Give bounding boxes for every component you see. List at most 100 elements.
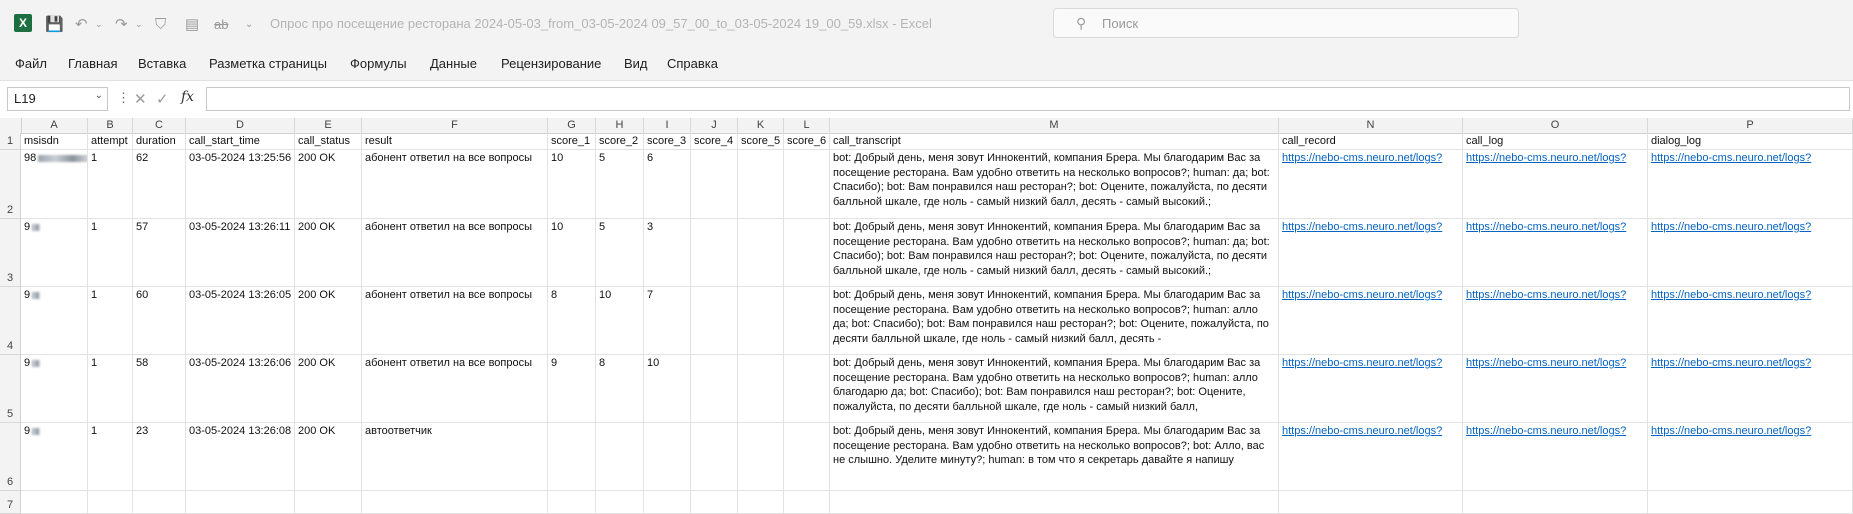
cell-call_status[interactable]: 200 OK: [295, 287, 362, 355]
header-cell-call_start_time[interactable]: call_start_time: [186, 133, 295, 150]
column-header-C[interactable]: C: [133, 118, 186, 133]
cell-call_record[interactable]: https://nebo-cms.neuro.net/logs?: [1279, 287, 1463, 355]
customize-toolbar-icon[interactable]: ⌄: [245, 14, 253, 34]
column-header-G[interactable]: G: [548, 118, 596, 133]
filter-icon[interactable]: ⛉: [155, 14, 166, 34]
name-box[interactable]: L19 ⌄: [7, 87, 108, 111]
empty-cell[interactable]: [691, 491, 738, 514]
cell-result[interactable]: абонент ответил на все вопросы: [362, 287, 548, 355]
empty-cell[interactable]: [21, 491, 88, 514]
empty-cell[interactable]: [1648, 491, 1853, 514]
column-header-F[interactable]: F: [362, 118, 548, 133]
cell-score_3[interactable]: 10: [644, 355, 691, 423]
tab-home[interactable]: Главная: [68, 56, 117, 71]
cell-score_2[interactable]: [596, 423, 644, 491]
cell-score_6[interactable]: [784, 423, 830, 491]
empty-cell[interactable]: [362, 491, 548, 514]
header-cell-attempt[interactable]: attempt: [88, 133, 133, 150]
header-cell-score_3[interactable]: score_3: [644, 133, 691, 150]
column-header-E[interactable]: E: [295, 118, 362, 133]
empty-cell[interactable]: [186, 491, 295, 514]
cell-score_6[interactable]: [784, 150, 830, 219]
cell-call_start_time[interactable]: 03-05-2024 13:26:08: [186, 423, 295, 491]
cell-attempt[interactable]: 1: [88, 355, 133, 423]
cell-call_transcript[interactable]: bot: Добрый день, меня зовут Иннокентий,…: [830, 219, 1279, 287]
cell-call_record[interactable]: https://nebo-cms.neuro.net/logs?: [1279, 355, 1463, 423]
cell-duration[interactable]: 57: [133, 219, 186, 287]
cell-score_5[interactable]: [738, 423, 784, 491]
cell-dialog_log[interactable]: https://nebo-cms.neuro.net/logs?: [1648, 423, 1853, 491]
header-cell-dialog_log[interactable]: dialog_log: [1648, 133, 1853, 150]
cell-score_1[interactable]: 8: [548, 287, 596, 355]
cell-call_transcript[interactable]: bot: Добрый день, меня зовут Иннокентий,…: [830, 287, 1279, 355]
cell-dialog_log[interactable]: https://nebo-cms.neuro.net/logs?: [1648, 287, 1853, 355]
cell-score_3[interactable]: 6: [644, 150, 691, 219]
cell-msisdn[interactable]: 9: [21, 355, 88, 423]
header-cell-call_status[interactable]: call_status: [295, 133, 362, 150]
cell-dialog_log[interactable]: https://nebo-cms.neuro.net/logs?: [1648, 355, 1853, 423]
undo-dropdown-icon[interactable]: ⌄: [95, 14, 103, 34]
cell-score_6[interactable]: [784, 219, 830, 287]
cell-score_1[interactable]: 9: [548, 355, 596, 423]
header-cell-call_log[interactable]: call_log: [1463, 133, 1648, 150]
row-header-2[interactable]: 2: [0, 150, 21, 219]
cell-attempt[interactable]: 1: [88, 150, 133, 219]
cell-call_log[interactable]: https://nebo-cms.neuro.net/logs?: [1463, 150, 1648, 219]
empty-cell[interactable]: [830, 491, 1279, 514]
column-header-L[interactable]: L: [784, 118, 830, 133]
cell-score_2[interactable]: 10: [596, 287, 644, 355]
cell-dialog_log[interactable]: https://nebo-cms.neuro.net/logs?: [1648, 150, 1853, 219]
header-cell-score_2[interactable]: score_2: [596, 133, 644, 150]
cell-call_status[interactable]: 200 OK: [295, 423, 362, 491]
cell-call_log[interactable]: https://nebo-cms.neuro.net/logs?: [1463, 355, 1648, 423]
column-header-I[interactable]: I: [644, 118, 691, 133]
format-icon[interactable]: ▤: [185, 14, 199, 34]
cell-call_start_time[interactable]: 03-05-2024 13:26:05: [186, 287, 295, 355]
empty-cell[interactable]: [88, 491, 133, 514]
cell-score_5[interactable]: [738, 355, 784, 423]
cell-result[interactable]: абонент ответил на все вопросы: [362, 150, 548, 219]
header-cell-score_1[interactable]: score_1: [548, 133, 596, 150]
cell-call_status[interactable]: 200 OK: [295, 219, 362, 287]
save-icon[interactable]: 💾: [45, 14, 64, 34]
header-cell-score_5[interactable]: score_5: [738, 133, 784, 150]
more-options-icon[interactable]: ⋮: [117, 90, 130, 106]
cell-result[interactable]: автоответчик: [362, 423, 548, 491]
cell-score_4[interactable]: [691, 287, 738, 355]
cell-score_2[interactable]: 5: [596, 219, 644, 287]
formula-input[interactable]: [206, 87, 1850, 111]
cancel-icon[interactable]: ✕: [134, 90, 147, 108]
cell-msisdn[interactable]: 9: [21, 219, 88, 287]
column-header-P[interactable]: P: [1648, 118, 1853, 133]
cell-attempt[interactable]: 1: [88, 219, 133, 287]
cell-duration[interactable]: 23: [133, 423, 186, 491]
header-cell-duration[interactable]: duration: [133, 133, 186, 150]
tab-file[interactable]: Файл: [15, 56, 47, 71]
header-cell-result[interactable]: result: [362, 133, 548, 150]
cell-result[interactable]: абонент ответил на все вопросы: [362, 219, 548, 287]
row-header-7[interactable]: 7: [0, 491, 21, 514]
confirm-icon[interactable]: ✓: [156, 90, 169, 108]
column-header-J[interactable]: J: [691, 118, 738, 133]
row-header-4[interactable]: 4: [0, 287, 21, 355]
tab-insert[interactable]: Вставка: [138, 56, 186, 71]
empty-cell[interactable]: [644, 491, 691, 514]
cell-score_1[interactable]: [548, 423, 596, 491]
cell-duration[interactable]: 60: [133, 287, 186, 355]
cell-score_1[interactable]: 10: [548, 150, 596, 219]
cell-call_record[interactable]: https://nebo-cms.neuro.net/logs?: [1279, 150, 1463, 219]
cell-score_6[interactable]: [784, 287, 830, 355]
strikethrough-icon[interactable]: ab: [214, 14, 228, 34]
column-header-D[interactable]: D: [186, 118, 295, 133]
cell-call_record[interactable]: https://nebo-cms.neuro.net/logs?: [1279, 423, 1463, 491]
row-header-3[interactable]: 3: [0, 219, 21, 287]
tab-formulas[interactable]: Формулы: [350, 56, 407, 71]
cell-attempt[interactable]: 1: [88, 423, 133, 491]
tab-page-layout[interactable]: Разметка страницы: [209, 56, 327, 71]
column-header-B[interactable]: B: [88, 118, 133, 133]
tab-data[interactable]: Данные: [430, 56, 477, 71]
empty-cell[interactable]: [784, 491, 830, 514]
header-cell-call_record[interactable]: call_record: [1279, 133, 1463, 150]
redo-dropdown-icon[interactable]: ⌄: [135, 14, 143, 34]
header-cell-msisdn[interactable]: msisdn: [21, 133, 88, 150]
